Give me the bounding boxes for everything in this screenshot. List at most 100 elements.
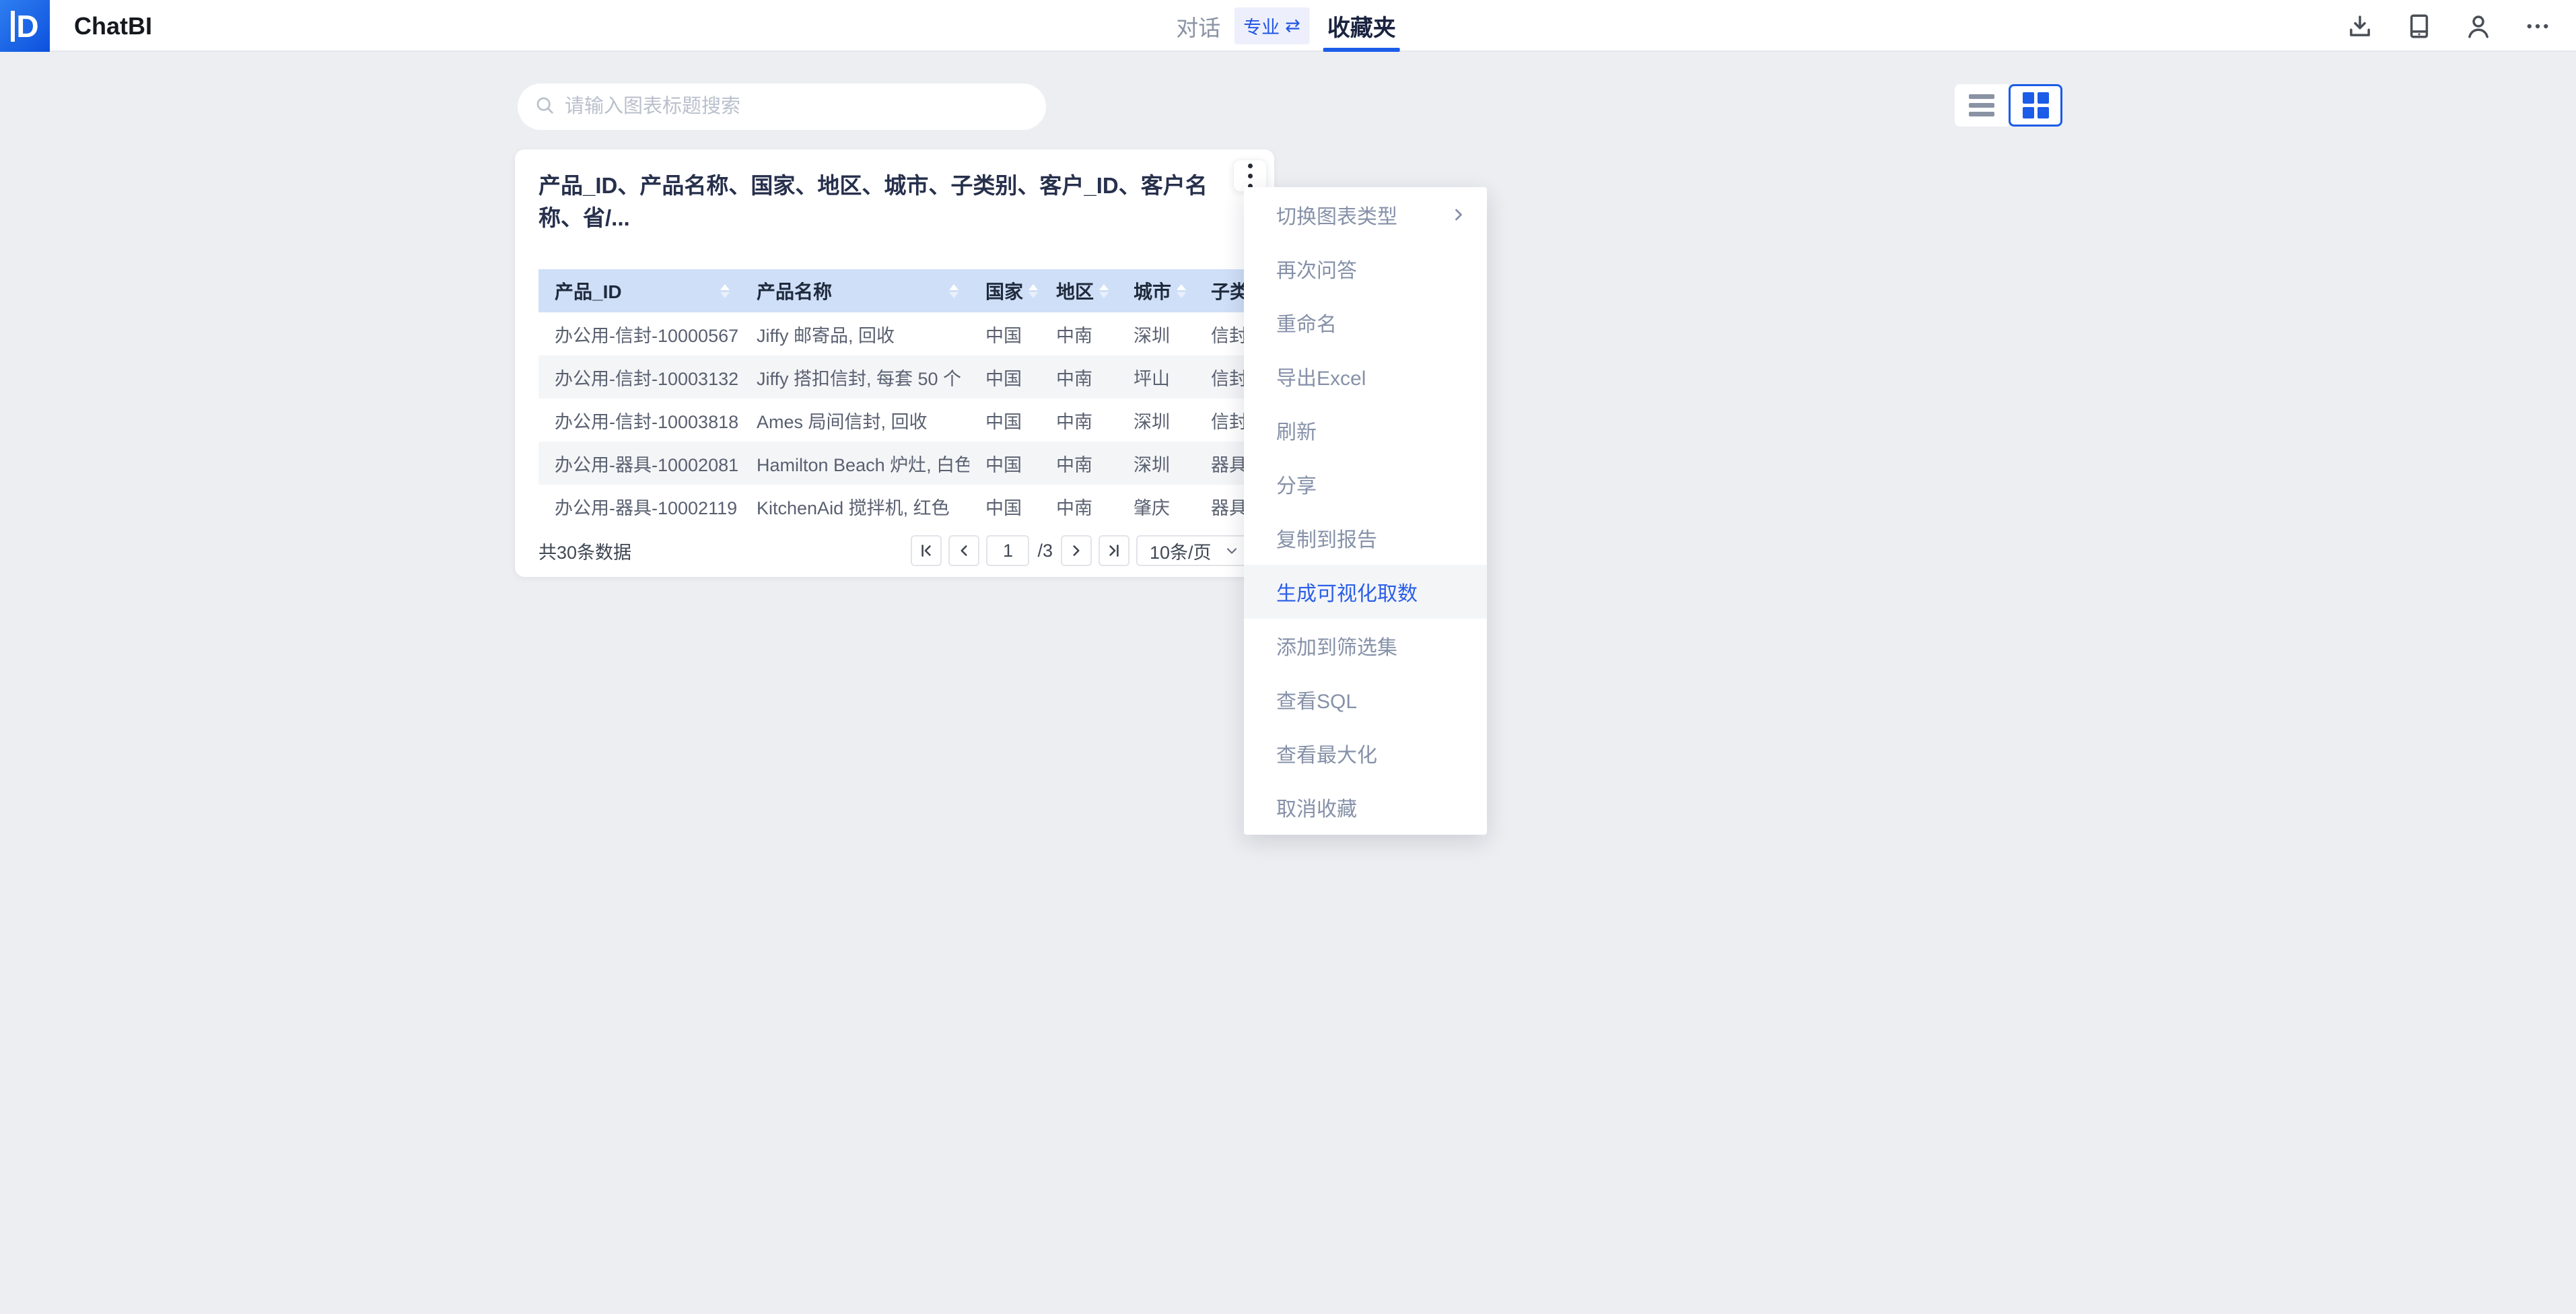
chart-title: 产品_ID、产品名称、国家、地区、城市、子类别、客户_ID、客户名称、省/... [538,170,1222,234]
tab-favorites-label: 收藏夹 [1327,9,1396,42]
menu-item-unfavorite[interactable]: 取消收藏 [1244,780,1487,834]
list-view-button[interactable] [1955,84,2009,127]
view-toggle [1955,84,2062,127]
grid-view-button[interactable] [2009,84,2062,127]
menu-item-label: 再次问答 [1276,254,1357,283]
table-cell: 信封 [1195,355,1251,399]
table-cell: 中国 [969,312,1040,355]
table-cell: 办公用-信封-10000567 [538,312,740,355]
table-cell: 中国 [969,442,1040,485]
table-head: 产品_ID 产品名称国家 地区 城市子类别 [538,269,1251,312]
table-cell: 器具 [1195,485,1251,528]
app-title: ChatBI [74,0,152,52]
table-cell: 中南 [1040,312,1117,355]
menu-item-label: 查看最大化 [1276,738,1377,768]
menu-item-label: 重命名 [1276,308,1337,337]
menu-item-label: 生成可视化取数 [1276,577,1418,607]
chevron-right-icon [1449,205,1468,224]
prev-page-button[interactable] [948,535,979,566]
chart-search [518,83,1046,130]
table-cell: 深圳 [1117,399,1195,442]
table-cell: 中国 [969,485,1040,528]
table-cell: 深圳 [1117,312,1195,355]
navbar-actions [2346,0,2552,52]
column-header-label: 国家 [985,277,1023,304]
column-header[interactable]: 国家 [969,269,1040,312]
table-cell: 中国 [969,355,1040,399]
table-row: 办公用-器具-10002081Hamilton Beach 炉灶, 白色中国中南… [538,442,1251,485]
favorite-chart-card: 产品_ID、产品名称、国家、地区、城市、子类别、客户_ID、客户名称、省/...… [515,149,1274,577]
grid-view-icon [2023,92,2049,118]
table-cell: 中南 [1040,442,1117,485]
next-page-button[interactable] [1061,535,1092,566]
menu-item-generate-visual-query[interactable]: 生成可视化取数 [1244,565,1487,619]
column-header[interactable]: 产品名称 [740,269,969,312]
first-page-button[interactable] [911,535,942,566]
table-body: 办公用-信封-10000567Jiffy 邮寄品, 回收中国中南深圳信封办公用-… [538,312,1251,528]
table-cell: 中南 [1040,485,1117,528]
chevron-down-icon [1224,543,1240,559]
menu-item-label: 切换图表类型 [1276,200,1397,230]
table-row: 办公用-信封-10000567Jiffy 邮寄品, 回收中国中南深圳信封 [538,312,1251,355]
logo-d-icon: D [11,11,38,42]
swap-mode-icon: ⇄ [1285,15,1300,36]
menu-item-share[interactable]: 分享 [1244,457,1487,511]
mode-badge-label: 专业 [1243,13,1280,39]
column-header-label: 产品_ID [555,277,622,304]
pagination-bar: 共30条数据 /3 10条/页 [538,534,1251,567]
active-tab-underline [1323,48,1400,52]
column-header[interactable]: 产品_ID [538,269,740,312]
menu-item-label: 分享 [1276,469,1317,499]
download-icon[interactable] [2346,12,2374,40]
column-header[interactable]: 城市 [1117,269,1195,312]
table-cell: 信封 [1195,399,1251,442]
page-number-input[interactable] [986,535,1029,566]
search-icon [534,94,555,119]
table-cell: 信封 [1195,312,1251,355]
table-cell: KitchenAid 搅拌机, 红色 [740,485,969,528]
user-icon[interactable] [2464,12,2493,40]
menu-item-label: 复制到报告 [1276,523,1377,553]
more-icon[interactable] [2523,12,2552,40]
column-header[interactable]: 地区 [1040,269,1117,312]
sort-icon [1029,284,1038,298]
table-cell: Jiffy 邮寄品, 回收 [740,312,969,355]
list-view-icon [1969,94,1994,116]
table-cell: 中南 [1040,355,1117,399]
mode-badge[interactable]: 专业 ⇄ [1234,7,1310,44]
table-cell: 中国 [969,399,1040,442]
table-cell: Hamilton Beach 炉灶, 白色 [740,442,969,485]
last-page-button[interactable] [1099,535,1129,566]
table-row: 办公用-信封-10003818Ames 局间信封, 回收中国中南深圳信封 [538,399,1251,442]
menu-item-export-excel[interactable]: 导出Excel [1244,349,1487,403]
tablet-icon[interactable] [2405,12,2433,40]
menu-item-copy-to-report[interactable]: 复制到报告 [1244,511,1487,565]
menu-item-rename[interactable]: 重命名 [1244,296,1487,349]
page-size-select[interactable]: 10条/页 [1136,535,1251,566]
search-input[interactable] [565,96,1030,118]
table-row: 办公用-信封-10003132Jiffy 搭扣信封, 每套 50 个中国中南坪山… [538,355,1251,399]
table-cell: 肇庆 [1117,485,1195,528]
app-logo[interactable]: D [0,0,50,52]
page-count-label: /3 [1037,541,1053,561]
table-cell: Ames 局间信封, 回收 [740,399,969,442]
total-count-label: 共30条数据 [538,538,631,564]
menu-item-ask-again[interactable]: 再次问答 [1244,242,1487,296]
menu-item-label: 刷新 [1276,415,1317,445]
menu-item-label: 添加到筛选集 [1276,631,1397,660]
column-header-label: 地区 [1056,277,1094,304]
data-table: 产品_ID 产品名称国家 地区 城市子类别 办公用-信封-10000567Jiffy … [538,269,1251,528]
menu-item-add-to-filter-set[interactable]: 添加到筛选集 [1244,619,1487,672]
column-header-label: 城市 [1134,277,1171,304]
menu-item-view-maximize[interactable]: 查看最大化 [1244,726,1487,780]
menu-item-view-sql[interactable]: 查看SQL [1244,672,1487,726]
menu-item-switch-chart-type[interactable]: 切换图表类型 [1244,188,1487,242]
tab-favorites[interactable]: 收藏夹 [1323,0,1400,52]
column-header[interactable]: 子类别 [1195,269,1251,312]
tab-chat[interactable]: 对话 [1176,10,1220,42]
menu-item-refresh[interactable]: 刷新 [1244,403,1487,457]
chatbi-app: D ChatBI 对话 专业 ⇄ 收藏夹 [0,0,2576,1314]
menu-item-label: 导出Excel [1276,361,1366,391]
table-cell: 中南 [1040,399,1117,442]
card-context-menu: 切换图表类型再次问答重命名导出Excel 刷新分享复制到报告生成可视化取数添加到筛… [1244,187,1487,835]
